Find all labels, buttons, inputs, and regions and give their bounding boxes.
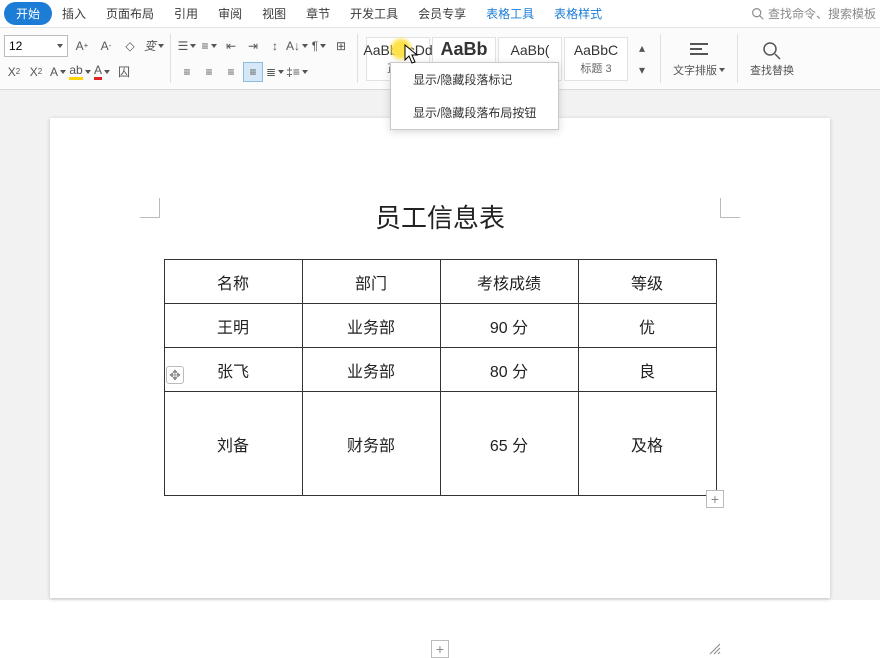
increase-font-icon[interactable]: A+ [72, 36, 92, 56]
table-header-cell[interactable]: 名称 [164, 260, 302, 304]
char-border-icon[interactable]: 囚 [114, 62, 134, 82]
table-cell[interactable]: 王明 [164, 304, 302, 348]
align-left-icon[interactable]: ≡ [177, 62, 197, 82]
line-spacing-icon[interactable]: ‡≡ [287, 62, 307, 82]
table-move-handle[interactable]: ✥ [166, 366, 184, 384]
text-layout-icon [688, 40, 710, 60]
text-layout-button[interactable]: 文字排版 [663, 28, 735, 89]
find-replace-icon [761, 40, 783, 60]
search-icon [751, 7, 764, 20]
table-cell[interactable]: 良 [578, 348, 716, 392]
chevron-down-icon [719, 68, 725, 72]
chevron-down-icon [57, 44, 63, 48]
table-header-cell[interactable]: 等级 [578, 260, 716, 304]
table-cell[interactable]: 及格 [578, 392, 716, 496]
document-viewport: 员工信息表 名称 部门 考核成绩 等级 王明 业务部 90 分 优 张飞 业务部… [0, 90, 880, 600]
style-scroll-down-icon[interactable]: ▾ [632, 60, 652, 80]
table-header-cell[interactable]: 部门 [302, 260, 440, 304]
decrease-indent-icon[interactable]: ⇤ [221, 36, 241, 56]
font-size-select[interactable]: 12 [4, 35, 68, 57]
table-row[interactable]: 王明 业务部 90 分 优 [164, 304, 716, 348]
font-char-format-icon[interactable]: A [48, 62, 68, 82]
menu-tab-reference[interactable]: 引用 [164, 1, 208, 26]
menu-tab-insert[interactable]: 插入 [52, 1, 96, 26]
font-group: 12 A+ A- ◇ 变 X2 X2 A ab A 囚 [0, 28, 168, 89]
margin-corner [140, 198, 160, 218]
separator [660, 34, 661, 83]
find-replace-button[interactable]: 查找替换 [740, 28, 804, 89]
increase-indent-icon[interactable]: ⇥ [243, 36, 263, 56]
align-justify-icon[interactable]: ≡ [243, 62, 263, 82]
table-add-col-handle[interactable]: + [706, 490, 724, 508]
tab-stops-icon[interactable]: ⊞ [331, 36, 351, 56]
menu-item-toggle-layout-buttons[interactable]: 显示/隐藏段落布局按钮 [391, 96, 558, 129]
highlight-color-icon[interactable]: ab [70, 62, 90, 82]
table-cell[interactable]: 65 分 [440, 392, 578, 496]
clear-format-icon[interactable]: ◇ [120, 36, 140, 56]
table-header-row[interactable]: 名称 部门 考核成绩 等级 [164, 260, 716, 304]
sort-icon[interactable]: ↕ [265, 36, 285, 56]
paragraph-marks-menu: 显示/隐藏段落标记 显示/隐藏段落布局按钮 [390, 62, 559, 130]
separator [737, 34, 738, 83]
menu-tab-start[interactable]: 开始 [4, 2, 52, 25]
style-sample: AaBbCcDd [363, 42, 432, 58]
style-label: 标题 3 [580, 60, 611, 76]
menu-tab-tabletools[interactable]: 表格工具 [476, 1, 544, 26]
menu-bar: 开始 插入 页面布局 引用 审阅 视图 章节 开发工具 会员专享 表格工具 表格… [0, 0, 880, 28]
table-row[interactable]: 张飞 业务部 80 分 良 [164, 348, 716, 392]
table-resize-handle[interactable] [706, 640, 724, 658]
style-heading3[interactable]: AaBbC 标题 3 [564, 37, 628, 81]
separator [170, 34, 171, 83]
separator [357, 34, 358, 83]
document-page: 员工信息表 名称 部门 考核成绩 等级 王明 业务部 90 分 优 张飞 业务部… [50, 118, 830, 598]
table-cell[interactable]: 优 [578, 304, 716, 348]
style-sample: AaBb [440, 39, 487, 60]
text-layout-label: 文字排版 [673, 62, 717, 78]
menu-tab-chapter[interactable]: 章节 [296, 1, 340, 26]
text-direction-icon[interactable]: A↓ [287, 36, 307, 56]
font-size-value: 12 [9, 39, 22, 53]
align-right-icon[interactable]: ≡ [221, 62, 241, 82]
subscript-icon[interactable]: X2 [26, 62, 46, 82]
numbering-icon[interactable]: ≡ [199, 36, 219, 56]
align-center-icon[interactable]: ≡ [199, 62, 219, 82]
paragraph-group: ☰ ≡ ⇤ ⇥ ↕ A↓ ¶ ⊞ ≡ ≡ ≡ ≡ ≣ ‡≡ [173, 28, 355, 89]
employee-table[interactable]: 名称 部门 考核成绩 等级 王明 业务部 90 分 优 张飞 业务部 80 分 … [164, 259, 717, 496]
margin-corner [720, 198, 740, 218]
table-cell[interactable]: 财务部 [302, 392, 440, 496]
menu-tab-tablestyle[interactable]: 表格样式 [544, 1, 612, 26]
table-cell[interactable]: 90 分 [440, 304, 578, 348]
bullets-icon[interactable]: ☰ [177, 36, 197, 56]
menu-tab-member[interactable]: 会员专享 [408, 1, 476, 26]
table-cell[interactable]: 业务部 [302, 348, 440, 392]
menu-tab-review[interactable]: 审阅 [208, 1, 252, 26]
table-cell[interactable]: 业务部 [302, 304, 440, 348]
menu-item-toggle-para-marks[interactable]: 显示/隐藏段落标记 [391, 63, 558, 96]
distribute-icon[interactable]: ≣ [265, 62, 285, 82]
style-sample: AaBb( [511, 42, 550, 58]
menu-tab-pagelayout[interactable]: 页面布局 [96, 1, 164, 26]
command-search[interactable]: 查找命令、搜索模板 [751, 5, 876, 22]
style-sample: AaBbC [574, 42, 618, 58]
command-search-placeholder: 查找命令、搜索模板 [768, 5, 876, 22]
show-marks-icon[interactable]: ¶ [309, 36, 329, 56]
menu-tab-devtools[interactable]: 开发工具 [340, 1, 408, 26]
table-cell[interactable]: 刘备 [164, 392, 302, 496]
table-header-cell[interactable]: 考核成绩 [440, 260, 578, 304]
style-scroll-up-icon[interactable]: ▴ [632, 38, 652, 58]
table-add-row-handle[interactable]: + [431, 640, 449, 658]
find-replace-label: 查找替换 [750, 62, 794, 78]
decrease-font-icon[interactable]: A- [96, 36, 116, 56]
menu-tab-view[interactable]: 视图 [252, 1, 296, 26]
font-color-icon[interactable]: A [92, 62, 112, 82]
change-case-icon[interactable]: 变 [144, 36, 164, 56]
superscript-icon[interactable]: X2 [4, 62, 24, 82]
table-cell[interactable]: 80 分 [440, 348, 578, 392]
table-row[interactable]: 刘备 财务部 65 分 及格 [164, 392, 716, 496]
table-cell[interactable]: 张飞 [164, 348, 302, 392]
document-title: 员工信息表 [50, 198, 830, 235]
